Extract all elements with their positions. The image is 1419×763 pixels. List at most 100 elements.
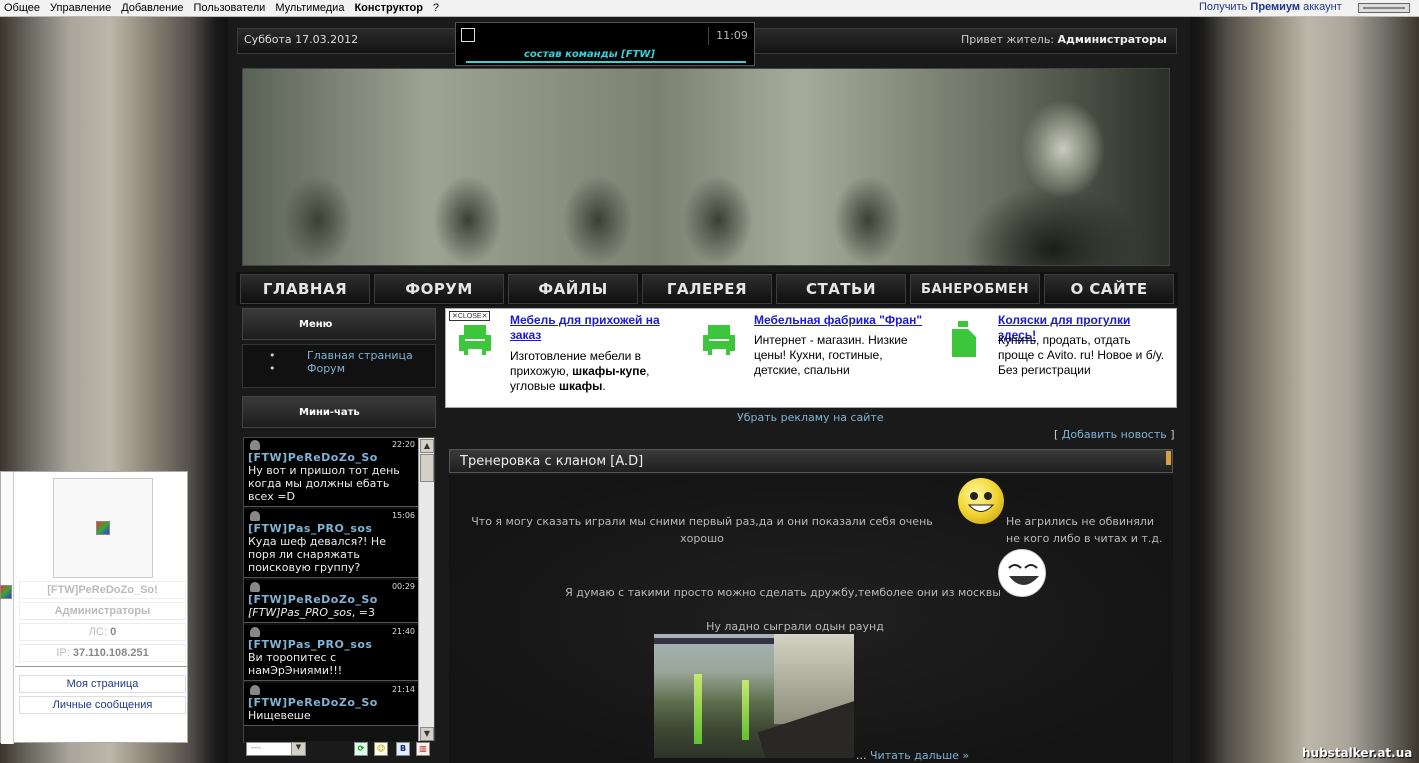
chat-select[interactable]: --- ▼ [246, 742, 306, 756]
news-marker [1166, 451, 1171, 465]
refresh-icon[interactable]: ⟳ [354, 742, 368, 756]
trash-icon[interactable]: ▥ [416, 742, 430, 756]
game-screenshot[interactable] [654, 634, 854, 758]
nav-forum[interactable]: ФОРУМ [374, 274, 504, 304]
avatar [53, 478, 153, 578]
chat-time: 21:40 [391, 627, 415, 636]
chat-nick[interactable]: [FTW]Pas_PRO_sos [248, 522, 415, 535]
checkbox[interactable] [461, 28, 475, 42]
ad-desc-bold: шкафы-купе [572, 364, 647, 378]
marquee-underline [466, 61, 746, 63]
chat-block-header: Мини-чать [242, 396, 436, 428]
chat-message: 21:40 [FTW]Pas_PRO_sos Ви торопитес с на… [244, 625, 418, 681]
admin-menu-constructor[interactable]: Конструктор [354, 2, 422, 14]
ad-item[interactable]: Коляски для прогулки здесь! Купить, прод… [934, 313, 1169, 403]
ad-desc: Купить, продать, отдать проще с Avito. r… [998, 333, 1165, 377]
admin-menu-multimedia[interactable]: Мультимедиа [275, 2, 344, 14]
chat-text: Ну вот и пришол тот день когда мы должны… [248, 464, 400, 503]
chat-toolbar: --- ▼ ⟳ ☺ B ▥ [244, 741, 436, 758]
chat-scrollbar[interactable]: ▲ ▼ [418, 438, 434, 742]
chat-nick[interactable]: [FTW]PeReDoZo_So [248, 696, 415, 709]
premium-suffix: аккаунт [1303, 1, 1342, 13]
user-name[interactable]: [FTW]PeReDoZo_So! [19, 581, 186, 599]
nav-banner-exchange[interactable]: БАНЕРОБМЕН [910, 274, 1040, 304]
divider [15, 666, 187, 667]
ad-title[interactable]: Мебель для прихожей на заказ [510, 313, 680, 343]
private-messages-link[interactable]: Личные сообщения [19, 696, 186, 714]
user-ip: IP: 37.110.108.251 [19, 644, 186, 662]
read-more-link[interactable]: Читать дальше » [870, 749, 969, 762]
chat-message: 00:29 [FTW]PeReDoZo_So [FTW]Pas_PRO_sos,… [244, 580, 418, 623]
ip-value: 37.110.108.251 [72, 647, 149, 659]
chat-nick[interactable]: [FTW]PeReDoZo_So [248, 451, 415, 464]
ls-value: 0 [110, 626, 117, 638]
smiley-icon[interactable]: ☺ [374, 742, 388, 756]
user-panel: [FTW]PeReDoZo_So! Администраторы ЛС: 0 I… [0, 471, 188, 744]
chat-message: 15:06 [FTW]Pas_PRO_sos Куда шеф девался?… [244, 509, 418, 578]
user-icon [250, 685, 260, 695]
chat-message: 21:14 [FTW]PeReDoZo_So Нищевеше [244, 683, 418, 726]
admin-menu-help[interactable]: ? [433, 2, 439, 14]
nav-about[interactable]: О САЙТЕ [1044, 274, 1174, 304]
read-more: ... Читать дальше » [856, 749, 969, 762]
nav-gallery[interactable]: ГАЛЕРЕЯ [642, 274, 772, 304]
premium-link[interactable]: Получить Премиум аккаунт [1199, 1, 1342, 13]
banner-figure [433, 175, 503, 265]
chat-time: 21:14 [391, 685, 415, 694]
bbcode-icon[interactable]: B [396, 742, 410, 756]
ad-item[interactable]: Мебельная фабрика "Фран" Интернет - мага… [690, 313, 925, 403]
news-paragraph: Я думаю с такими просто можно сделать др… [565, 586, 1001, 599]
admin-menu-add[interactable]: Добавление [121, 2, 183, 14]
admin-menu-users[interactable]: Пользователи [194, 2, 266, 14]
clock-widget: 11:09 состав команды [FTW] [455, 22, 755, 66]
my-page-link[interactable]: Моя страница [19, 675, 186, 693]
team-marquee[interactable]: состав команды [FTW] [524, 49, 655, 60]
chat-time: 15:06 [391, 511, 415, 520]
chat-text: [FTW]Pas_PRO_sos, =3 [248, 606, 415, 619]
banner-figure [563, 175, 633, 265]
chat-message: 22:20 [FTW]PeReDoZo_So Ну вот и пришол т… [244, 438, 418, 507]
panel-toggle-icon[interactable] [0, 585, 12, 599]
scroll-up-icon[interactable]: ▲ [420, 439, 434, 453]
admin-menu-manage[interactable]: Управление [50, 2, 111, 14]
news-title[interactable]: Тренеровка с кланом [A.D] [460, 454, 643, 469]
remove-ads-link[interactable]: Убрать рекламу на сайте [737, 411, 884, 424]
chat-time: 00:29 [391, 582, 415, 591]
chat-text: Ви торопитес с намЭрЭниями!!! [248, 651, 343, 677]
adminbar-slider[interactable] [1358, 3, 1410, 13]
admin-menu-general[interactable]: Общее [4, 2, 40, 14]
ad-title[interactable]: Мебельная фабрика "Фран" [754, 313, 924, 328]
chat-nick[interactable]: [FTW]PeReDoZo_So [248, 593, 415, 606]
ip-label: IP: [56, 647, 70, 659]
bracket-open: [ [1054, 428, 1062, 441]
user-icon [250, 440, 260, 450]
user-icon [250, 582, 260, 592]
ad-item[interactable]: Мебель для прихожей на заказ Изготовлени… [446, 313, 681, 403]
chat-select-value: --- [251, 743, 261, 753]
menu-item-forum[interactable]: Форум [243, 362, 435, 375]
smiley-icon [958, 478, 1004, 524]
chat-text: Нищевеше [248, 709, 311, 722]
admin-bar: Общее Управление Добавление Пользователи… [0, 0, 1419, 17]
add-news-link[interactable]: Добавить новость [1062, 428, 1167, 441]
armchair-icon [703, 325, 735, 355]
banner-figure [833, 175, 903, 265]
chat-nick[interactable]: [FTW]Pas_PRO_sos [248, 638, 415, 651]
news-paragraph-tail: Не агрились не обвиняли не кого либо в ч… [1006, 515, 1163, 545]
smoke [742, 680, 749, 740]
scroll-down-icon[interactable]: ▼ [420, 727, 434, 741]
smoke [694, 674, 702, 744]
troll-face-drawing-icon [1008, 564, 1039, 585]
chat-time: 22:20 [391, 440, 415, 449]
nav-articles[interactable]: СТАТЬИ [776, 274, 906, 304]
nav-home[interactable]: ГЛАВНАЯ [240, 274, 370, 304]
chat-quote-text: , =3 [351, 606, 375, 619]
clock-time: 11:09 [708, 27, 755, 45]
nav-files[interactable]: ФАЙЛЫ [508, 274, 638, 304]
bottle-icon [952, 321, 976, 357]
scroll-thumb[interactable] [420, 454, 434, 482]
current-date: Суббота 17.03.2012 [244, 33, 359, 46]
panel-rail [1, 472, 14, 744]
menu-item-home[interactable]: Главная страница [243, 349, 435, 362]
greeting-prefix: Привет житель: [961, 33, 1055, 46]
